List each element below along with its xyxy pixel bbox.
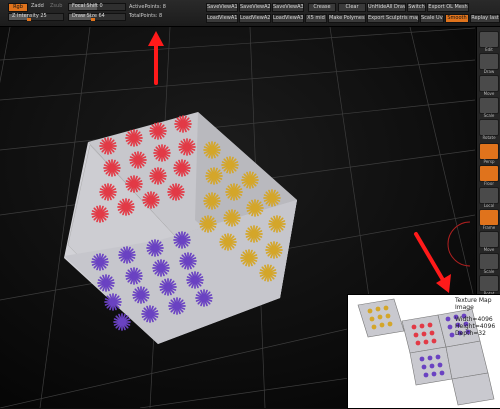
z-intensity-label: Z Intensity 25 — [12, 13, 47, 19]
shelf-label-6: Persp — [483, 159, 495, 164]
make-polymesh-button[interactable]: Make Polymesh — [328, 14, 366, 23]
shelf-button-6[interactable] — [479, 143, 499, 160]
texture-height: Height=4096 — [455, 323, 496, 330]
zadd-toggle[interactable]: Zadd — [31, 3, 44, 10]
save-view-a3-button[interactable]: SaveViewA3 — [272, 3, 304, 12]
shelf-label-1: Edit — [485, 47, 493, 52]
shelf-label-7: Floor — [484, 181, 494, 186]
shelf-label-9: Frame — [482, 225, 496, 230]
export-ol-mesh-button[interactable]: Export OL Mesh — [427, 3, 469, 12]
focal-shift-slider[interactable]: Focal Shift 0 — [68, 3, 126, 11]
texture-width: Width=4096 — [455, 316, 493, 323]
draw-size-label: Draw Size 64 — [72, 13, 105, 19]
shelf-button-12[interactable] — [479, 275, 499, 292]
shelf-button-2[interactable] — [479, 53, 499, 70]
texture-map-title: Texture Map — [455, 297, 492, 304]
clear-button[interactable]: Clear — [338, 3, 366, 12]
shelf-label-8: Local — [483, 203, 495, 208]
rgb-toggle[interactable]: Rgb — [8, 3, 28, 12]
shelf-label-11: Scale — [483, 269, 495, 274]
load-view-a2-button[interactable]: LoadViewA2 — [239, 14, 271, 23]
shelf-label-3: Move — [483, 91, 495, 96]
save-view-a2-button[interactable]: SaveViewA2 — [239, 3, 271, 12]
shelf-button-7[interactable] — [479, 165, 499, 182]
texture-map-preview: Texture Map Image Width=4096 Height=4096… — [347, 294, 500, 409]
shelf-button-4[interactable] — [479, 97, 499, 114]
focal-shift-label: Focal Shift 0 — [72, 3, 103, 9]
z-intensity-slider[interactable]: Z Intensity 25 — [8, 13, 64, 21]
load-view-a3-button[interactable]: LoadViewA3 — [272, 14, 304, 23]
smooth-button[interactable]: Smooth — [445, 14, 469, 23]
shelf-button-8[interactable] — [479, 187, 499, 204]
shelf-button-11[interactable] — [479, 253, 499, 270]
shelf-button-5[interactable] — [479, 119, 499, 136]
top-toolbar: Rgb Zadd Zsub Z Intensity 25 Focal Shift… — [0, 0, 500, 27]
total-points: TotalPoints: 8 — [129, 13, 163, 19]
shelf-button-1[interactable] — [479, 31, 499, 48]
shelf-label-5: Rotate — [482, 135, 496, 140]
replay-last-button[interactable]: Replay last — [470, 14, 500, 23]
save-view-a1-button[interactable]: SaveViewA1 — [206, 3, 238, 12]
scale-uvs-button[interactable]: Scale Uvs — [420, 14, 444, 23]
shelf-button-3[interactable] — [479, 75, 499, 92]
shelf-label-4: Scale — [483, 113, 495, 118]
texture-map-subtitle: Image — [455, 304, 474, 311]
shelf-button-10[interactable] — [479, 231, 499, 248]
draw-size-slider[interactable]: Draw Size 64 — [68, 13, 126, 21]
zsub-toggle[interactable]: Zsub — [50, 3, 62, 10]
load-view-a1-button[interactable]: LoadViewA1 — [206, 14, 238, 23]
shelf-button-9[interactable] — [479, 209, 499, 226]
unhide-all-button[interactable]: UnHideAll Draw — [367, 3, 406, 12]
x5-mid-button[interactable]: X5 mid — [305, 14, 327, 23]
export-sculptris-map-button[interactable]: Export Sculptris map — [367, 14, 419, 23]
crease-button[interactable]: Crease — [308, 3, 336, 12]
switch-button[interactable]: Switch — [407, 3, 426, 12]
shelf-label-10: Move — [483, 247, 495, 252]
texture-depth: Depth=32 — [455, 330, 486, 337]
active-points: ActivePoints: 8 — [129, 4, 166, 10]
shelf-label-2: Draw — [483, 69, 495, 74]
